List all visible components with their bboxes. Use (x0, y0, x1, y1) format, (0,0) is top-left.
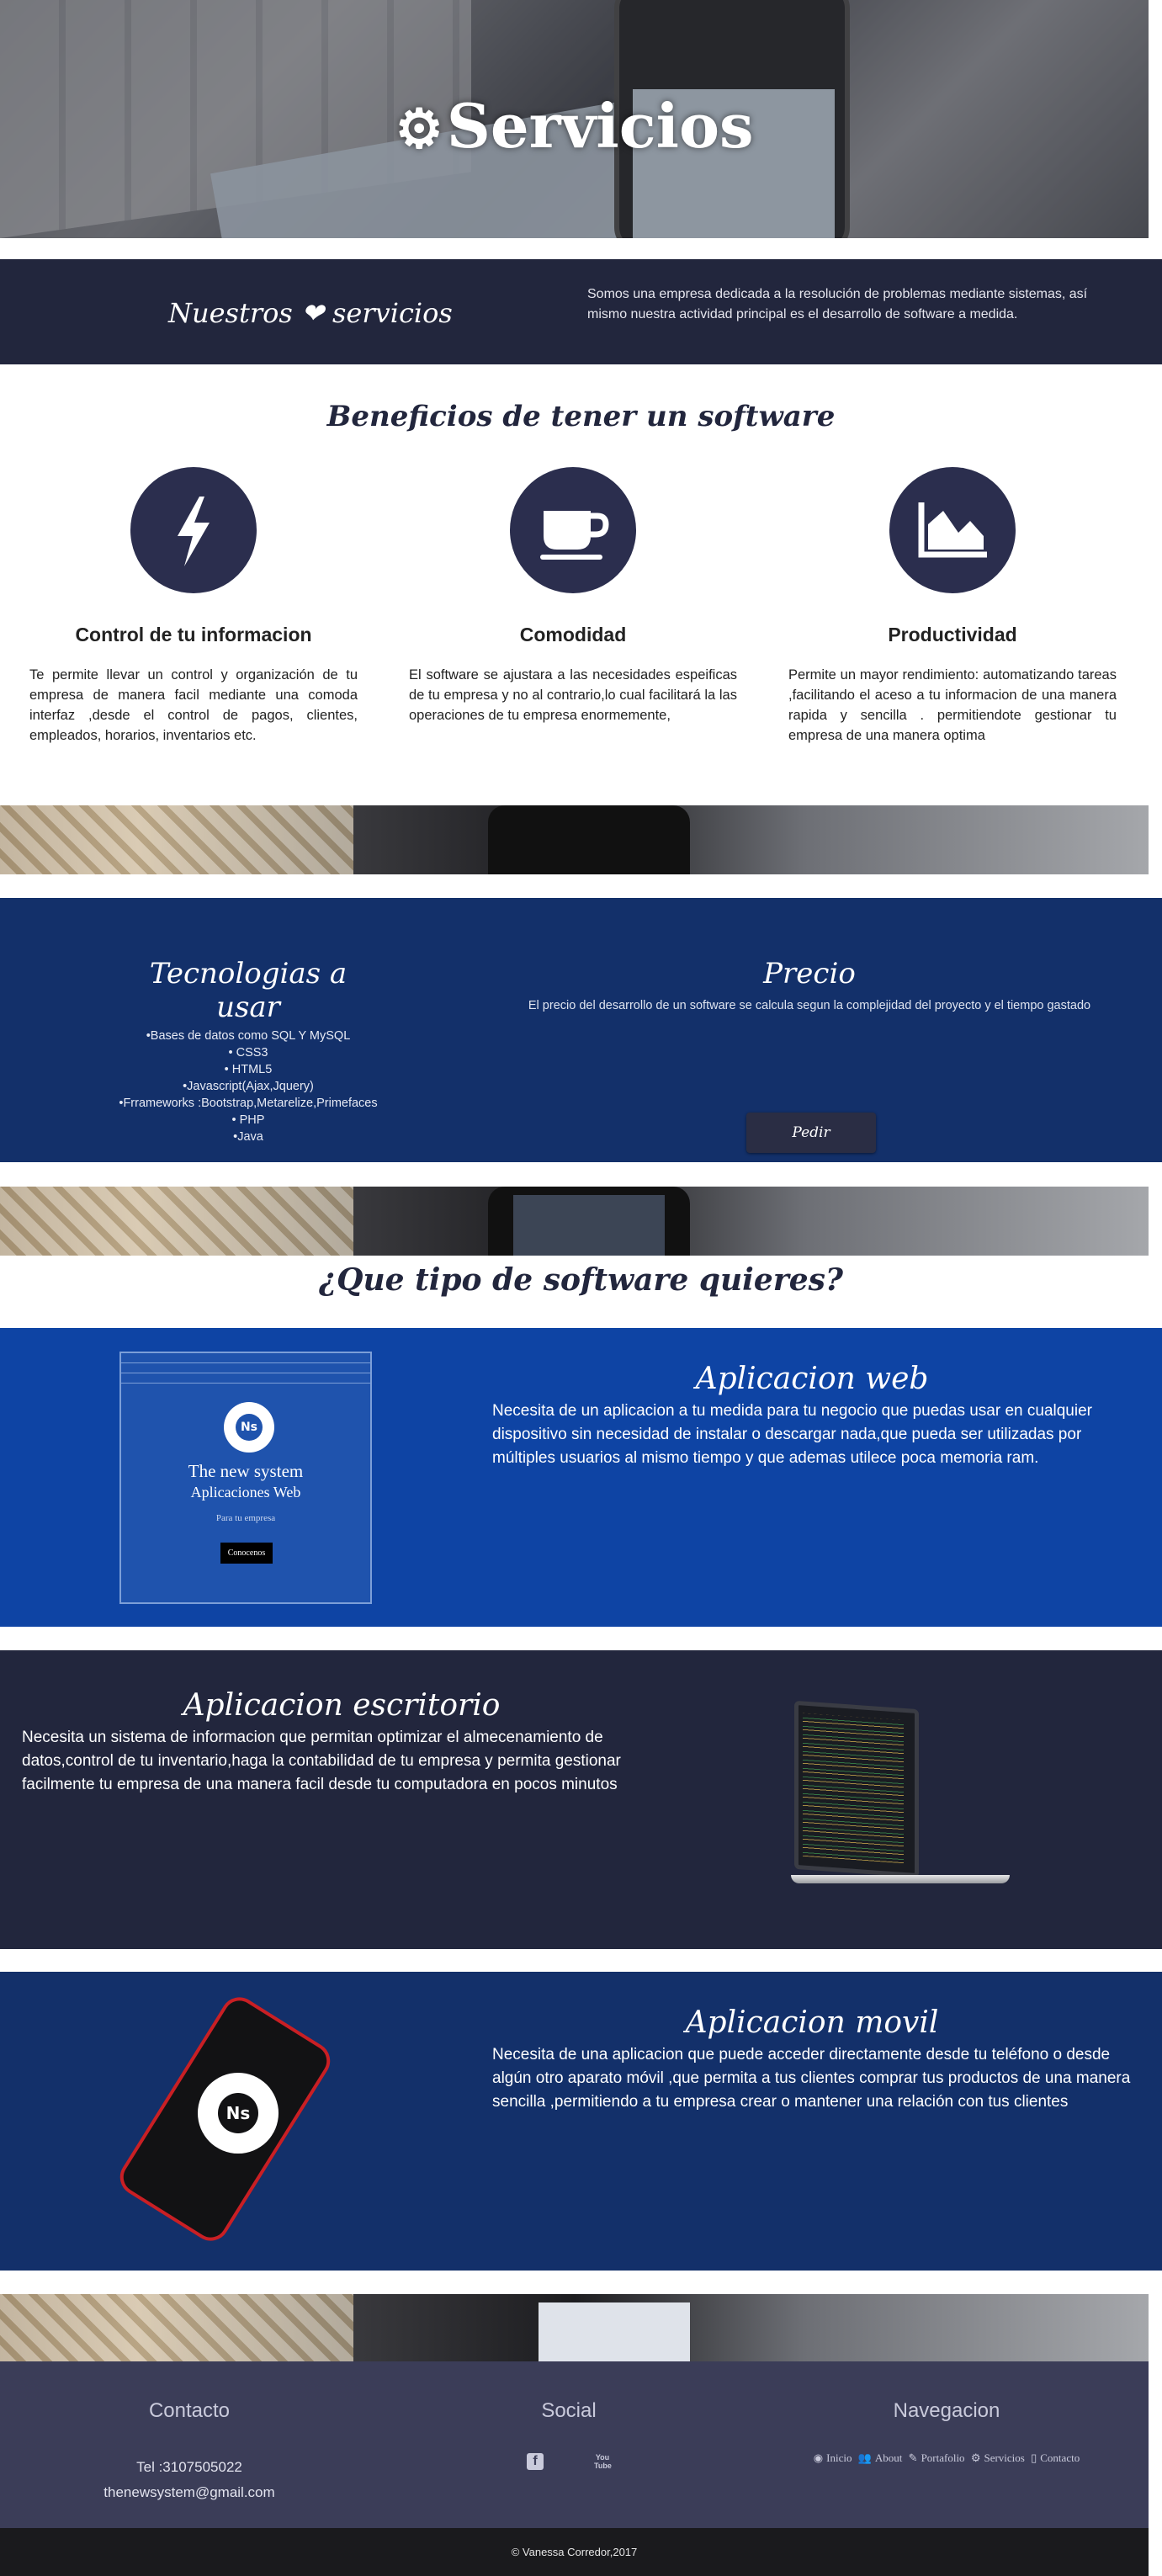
list-item: •Bases de datos como SQL Y MySQL (146, 1029, 351, 1043)
tipos-title: ¿Que tipo de software quieres? (319, 1262, 843, 1298)
footer: Contacto Tel :3107505022 thenewsystem@gm… (0, 2361, 1149, 2528)
precio-title: Precio (763, 957, 856, 991)
nuestros-servicios-description: Somos una empresa dedicada a la resoluci… (587, 287, 1088, 321)
nuestros-servicios-title: Nuestros ❤ servicios (168, 297, 453, 329)
precio-block: Precio El precio del desarrollo de un so… (515, 957, 1104, 1182)
area-chart-icon (889, 467, 1016, 593)
footer-navegacion: Navegacion ◉ Inicio 👥 About ✎ Portafolio ⚙ S… (808, 2399, 1085, 2465)
aplicacion-web-section: Ns The new system Aplicaciones Web Para … (0, 1328, 1162, 1627)
contacto-title: Contacto (148, 2399, 231, 2422)
beneficios-title: Beneficios de tener un software (326, 400, 836, 433)
heart-icon: ❤ (300, 297, 324, 329)
bolt-icon (130, 467, 257, 593)
aplicacion-movil-title: Aplicacion movil (685, 2005, 939, 2040)
globe-icon: ◉ (813, 2451, 824, 2464)
list-item: • HTML5 (224, 1063, 273, 1076)
photo-divider (0, 805, 1149, 874)
gears-icon: ⚙ (970, 2451, 981, 2464)
facebook-icon[interactable]: f (527, 2453, 544, 2470)
users-icon: 👥 (857, 2451, 872, 2464)
precio-text: El precio del desarrollo de un software … (528, 999, 1091, 1012)
list-item: •Javascript(Ajax,Jquery) (183, 1080, 314, 1093)
social-title: Social (541, 2399, 597, 2422)
copyright: © Vanessa Corredor,2017 (0, 2528, 1149, 2576)
navegacion-title: Navegacion (893, 2399, 1000, 2422)
page-title: ⚙Servicios (395, 90, 754, 162)
ns-logo: Ns (224, 1402, 274, 1453)
aplicacion-movil-section: Ns Aplicacion movil Necesita de una apli… (0, 1972, 1162, 2271)
footer-contacto: Contacto Tel :3107505022 thenewsystem@gm… (50, 2399, 328, 2505)
aplicacion-escritorio-title: Aplicacion escritorio (183, 1688, 501, 1723)
conocenos-button: Conocenos (220, 1543, 273, 1564)
nuestros-servicios-banner: Nuestros ❤ servicios Somos una empresa d… (0, 259, 1162, 364)
gears-icon: ⚙ (395, 98, 443, 161)
nav-link-servicios[interactable]: Servicios (984, 2451, 1024, 2464)
pedir-presupuesto-button[interactable]: Pedir presupuesto (746, 1113, 876, 1182)
list-item: • PHP (231, 1113, 265, 1127)
aplicacion-movil-text: Necesita de una aplicacion que puede acc… (492, 2046, 1131, 2111)
tecnologias-list: •Bases de datos como SQL Y MySQL • CSS3 … (118, 1028, 379, 1145)
coffee-cup-icon (510, 467, 636, 593)
aplicacion-escritorio-section: Aplicacion escritorio Necesita un sistem… (0, 1650, 1162, 1949)
photo-divider (0, 2294, 1149, 2361)
footer-nav: ◉ Inicio 👥 About ✎ Portafolio ⚙ Servicios ▯ C… (808, 2451, 1085, 2465)
beneficio-control: Control de tu informacion Te permite lle… (29, 467, 358, 746)
web-app-screenshot: Ns The new system Aplicaciones Web Para … (119, 1352, 372, 1604)
tecnologias-precio-section: Tecnologias a usar •Bases de datos como … (0, 898, 1162, 1182)
email-link[interactable]: thenewsystem@gmail.com (50, 2480, 328, 2505)
aplicacion-escritorio-text: Necesita un sistema de informacion que p… (22, 1729, 621, 1793)
brush-icon: ✎ (908, 2451, 918, 2464)
nav-link-about[interactable]: About (875, 2451, 903, 2464)
beneficio-comodidad: Comodidad El software se ajustara a las … (409, 467, 737, 725)
phone-number: Tel :3107505022 (136, 2459, 242, 2475)
photo-divider (0, 1187, 1149, 1256)
nav-link-portafolio[interactable]: Portafolio (921, 2451, 965, 2464)
aplicacion-web-text: Necesita de un aplicacion a tu medida pa… (492, 1402, 1092, 1467)
list-item: •Java (233, 1130, 263, 1144)
laptop-image (791, 1700, 1010, 1890)
mobile-phone-image: Ns (113, 1990, 337, 2248)
nav-link-inicio[interactable]: Inicio (826, 2451, 852, 2464)
tecnologias-title: Tecnologias a usar (149, 957, 348, 1024)
ns-logo: Ns (198, 2073, 279, 2154)
nav-link-contacto[interactable]: Contacto (1040, 2451, 1080, 2464)
aplicacion-web-title: Aplicacion web (695, 1362, 929, 1396)
footer-social: Social f You Tube (430, 2399, 708, 2470)
list-item: •Frrameworks :Bootstrap,Metarelize,Prime… (119, 1097, 378, 1110)
hero-banner: ⚙Servicios (0, 0, 1149, 238)
list-item: • CSS3 (228, 1046, 268, 1060)
youtube-icon[interactable]: You Tube (594, 2453, 612, 2470)
tecnologias-block: Tecnologias a usar •Bases de datos como … (118, 957, 379, 1145)
mobile-icon: ▯ (1031, 2451, 1037, 2464)
beneficio-productividad: Productividad Permite un mayor rendimien… (788, 467, 1117, 746)
